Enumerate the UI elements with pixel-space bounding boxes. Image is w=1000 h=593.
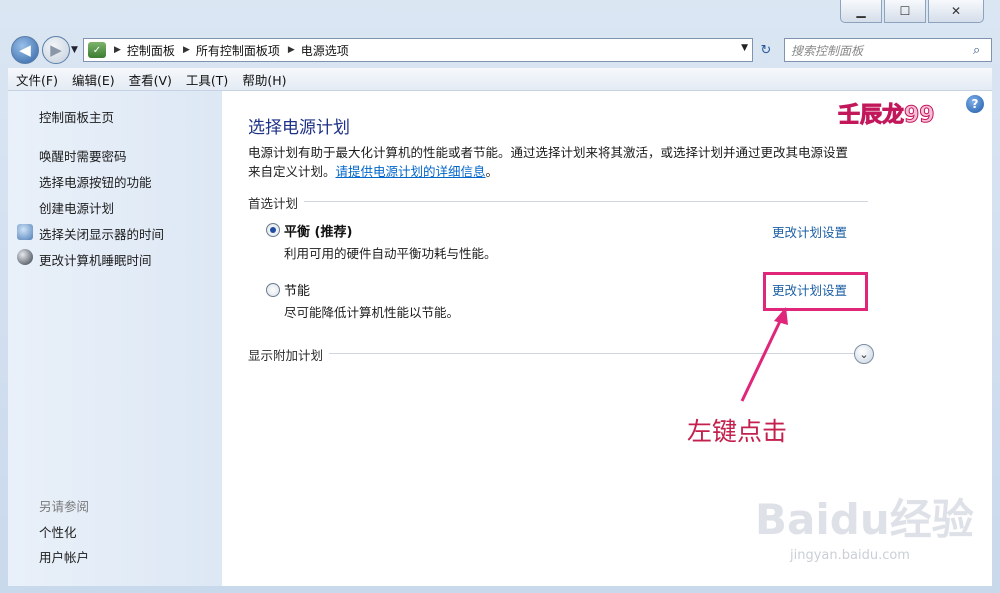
click-annotation: 左键点击 — [687, 417, 788, 446]
address-dropdown-icon[interactable]: ▼ — [741, 43, 748, 53]
search-input[interactable]: 搜索控制面板 — [791, 42, 973, 59]
back-button[interactable]: ◀ — [11, 36, 39, 64]
menu-help[interactable]: 帮助(H) — [234, 70, 292, 89]
breadcrumb-all-items[interactable]: 所有控制面板项 — [196, 42, 280, 59]
title-bar: ▁ ☐ ✕ — [0, 0, 1000, 32]
close-button[interactable]: ✕ — [928, 0, 984, 23]
author-watermark: 壬辰龙99 — [838, 103, 936, 129]
plan-balanced-name[interactable]: 平衡 (推荐) — [284, 221, 352, 240]
menu-file[interactable]: 文件(F) — [8, 70, 64, 89]
balanced-change-settings-link[interactable]: 更改计划设置 — [772, 222, 847, 241]
sidebar-create-plan-link[interactable]: 创建电源计划 — [39, 198, 114, 217]
sidebar-sleep-time-link[interactable]: 更改计算机睡眠时间 — [39, 250, 152, 269]
chevron-down-icon: ⌄ — [859, 347, 869, 361]
address-bar[interactable]: ✓ ▶ 控制面板 ▶ 所有控制面板项 ▶ 电源选项 ▼ — [83, 38, 753, 62]
monitor-icon — [17, 224, 33, 240]
menu-view[interactable]: 查看(V) — [121, 70, 178, 89]
forward-button[interactable]: ▶ — [42, 36, 70, 64]
minimize-button[interactable]: ▁ — [840, 0, 882, 23]
plan-details-link[interactable]: 请提供电源计划的详细信息 — [336, 164, 486, 179]
chevron-right-icon[interactable]: ▶ — [288, 45, 295, 55]
preferred-plans-header: 首选计划 — [248, 193, 305, 212]
see-also-header: 另请参阅 — [39, 499, 90, 514]
sidebar-personalization-link[interactable]: 个性化 — [39, 522, 77, 541]
baidu-logo-watermark: Baidu经验 — [755, 495, 974, 544]
sleep-moon-icon — [17, 249, 33, 265]
menu-edit[interactable]: 编辑(E) — [64, 70, 121, 89]
breadcrumb-power-options[interactable]: 电源选项 — [301, 42, 349, 59]
page-title: 选择电源计划 — [248, 118, 350, 138]
control-panel-icon: ✓ — [88, 42, 106, 58]
refresh-button[interactable]: ↻ — [755, 39, 777, 61]
divider — [248, 201, 868, 202]
description-line-2: 来自定义计划。 — [248, 164, 336, 179]
sidebar-display-off-link[interactable]: 选择关闭显示器的时间 — [39, 224, 164, 243]
description-line-1: 电源计划有助于最大化计算机的性能或者节能。通过选择计划来将其激活，或选择计划并通… — [248, 145, 849, 160]
baidu-url-watermark: jingyan.baidu.com — [790, 548, 910, 563]
arrow-right-icon: ▶ — [50, 41, 62, 59]
recent-pages-dropdown[interactable]: ▼ — [71, 45, 78, 55]
sidebar-home-link[interactable]: 控制面板主页 — [39, 107, 114, 126]
description-suffix: 。 — [485, 164, 499, 179]
task-pane: 控制面板主页 唤醒时需要密码 选择电源按钮的功能 创建电源计划 选择关闭显示器的… — [8, 91, 222, 586]
plan-balanced-description: 利用可用的硬件自动平衡功耗与性能。 — [284, 246, 497, 261]
plan-power-saver-description: 尽可能降低计算机性能以节能。 — [284, 305, 460, 320]
help-icon[interactable]: ? — [966, 95, 984, 113]
chevron-right-icon[interactable]: ▶ — [114, 45, 121, 55]
sidebar-user-accounts-link[interactable]: 用户帐户 — [39, 547, 89, 566]
sidebar-wake-password-link[interactable]: 唤醒时需要密码 — [39, 146, 127, 165]
arrow-left-icon: ◀ — [19, 41, 31, 59]
plan-power-saver-name[interactable]: 节能 — [284, 280, 310, 299]
window-controls: ▁ ☐ ✕ — [840, 0, 984, 23]
expand-plans-button[interactable]: ⌄ — [854, 344, 874, 364]
sidebar-power-button-link[interactable]: 选择电源按钮的功能 — [39, 172, 152, 191]
search-box[interactable]: 搜索控制面板 ⌕ — [784, 38, 992, 62]
page-description: 电源计划有助于最大化计算机的性能或者节能。通过选择计划来将其激活，或选择计划并通… — [248, 143, 888, 181]
navigation-bar: ◀ ▶ ▼ ✓ ▶ 控制面板 ▶ 所有控制面板项 ▶ 电源选项 ▼ ↻ 搜索控制… — [0, 32, 1000, 68]
refresh-icon: ↻ — [760, 42, 772, 58]
annotation-arrow — [740, 307, 788, 402]
maximize-button[interactable]: ☐ — [884, 0, 926, 23]
show-additional-plans-label[interactable]: 显示附加计划 — [248, 345, 330, 364]
menu-bar: 文件(F) 编辑(E) 查看(V) 工具(T) 帮助(H) — [8, 68, 992, 91]
menu-tools[interactable]: 工具(T) — [178, 70, 234, 89]
search-icon[interactable]: ⌕ — [973, 43, 991, 58]
plan-balanced-radio[interactable] — [266, 223, 280, 237]
plan-power-saver-radio[interactable] — [266, 283, 280, 297]
breadcrumb-control-panel[interactable]: 控制面板 — [127, 42, 175, 59]
chevron-right-icon[interactable]: ▶ — [183, 45, 190, 55]
